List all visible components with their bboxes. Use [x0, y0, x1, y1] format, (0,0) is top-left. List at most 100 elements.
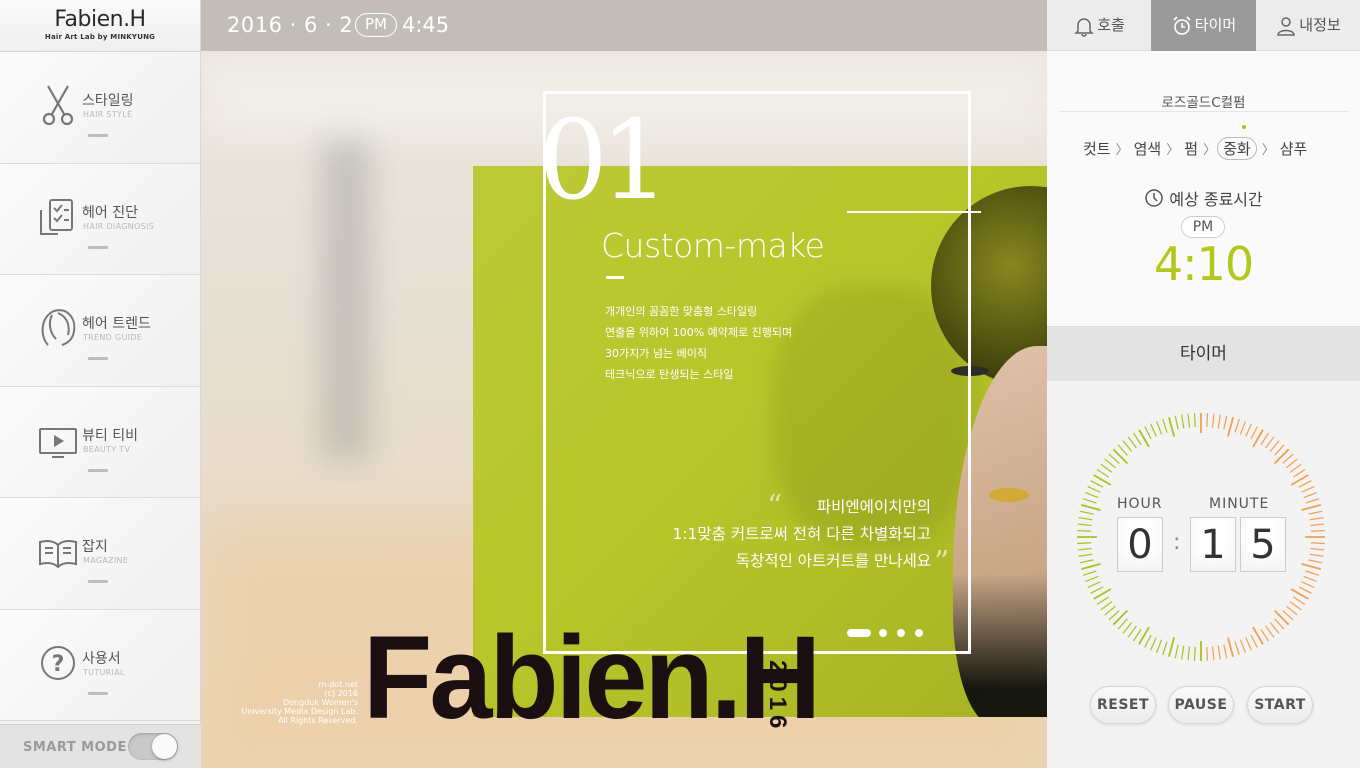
hair-head-icon	[41, 309, 76, 346]
dial-tick	[1206, 413, 1209, 428]
dial-tick	[1309, 553, 1324, 557]
svg-text:?: ?	[52, 652, 65, 677]
smart-mode-toggle[interactable]	[128, 733, 178, 760]
nav-item-beauty-tv[interactable]: 뷰티 티비 BEAUTY TV	[0, 386, 200, 498]
style-name: 로즈골드C컬펌	[1161, 95, 1246, 111]
nav-label: 잡지	[82, 539, 108, 555]
nav-sublabel: HAIR DIAGNOSIS	[83, 221, 154, 231]
credit-line: m-dot.net	[318, 680, 358, 689]
dial-tick	[1082, 570, 1097, 576]
dial-tick	[1112, 448, 1129, 465]
feature-desc-line: 개개인의 꼼꼼한 맞춤형 스타일링	[605, 305, 758, 318]
dial-tick	[1308, 510, 1323, 515]
dial-tick	[1087, 486, 1101, 493]
clock-icon	[1145, 189, 1163, 207]
dial-tick	[1080, 563, 1101, 570]
slide-dot[interactable]	[897, 629, 905, 637]
dial-tick	[1239, 421, 1246, 435]
dial-tick	[1187, 646, 1191, 661]
dial-tick	[1282, 453, 1294, 464]
dial-tick	[1122, 622, 1133, 634]
dial-tick	[1080, 504, 1101, 511]
chevron-right-icon: 〉	[1261, 143, 1275, 158]
dial-tick	[1274, 618, 1285, 630]
nav-item-magazine[interactable]: 잡지 MAGAZINE	[0, 498, 200, 610]
smart-mode-label: SMART MODE	[23, 740, 127, 755]
dial-tick	[1265, 436, 1275, 449]
toggle-knob	[152, 734, 177, 759]
slide-dot[interactable]	[879, 629, 887, 637]
feature-desc-line: 30가지가 넘는 베이직	[605, 347, 707, 360]
dial-tick	[1292, 596, 1306, 606]
dial-tick	[1269, 440, 1280, 452]
dial-tick	[1301, 581, 1315, 588]
nav-sublabel: HAIR STYLE	[83, 110, 133, 119]
feature-desc-line: 연출을 위하여 100% 예약제로 진행되며	[605, 326, 793, 339]
dial-tick	[1309, 517, 1324, 521]
dial-tick	[1239, 639, 1246, 653]
dial-tick	[1286, 605, 1298, 616]
minute-digit[interactable]: 1	[1190, 517, 1236, 572]
nav-sublabel: TUTURIAL	[83, 667, 125, 677]
nav-label: 사용서	[82, 650, 121, 667]
quote-line: 파비엔에이치만의	[816, 498, 931, 516]
slide-dot[interactable]	[915, 629, 923, 637]
nav-item-tutorial[interactable]: ? 사용서 TUTURIAL	[0, 609, 200, 721]
dial-tick	[1150, 637, 1157, 651]
dial-tick	[1301, 563, 1322, 570]
logo[interactable]: Fabien.H Hair Art Lab by MINKYUNG	[0, 0, 200, 52]
service-info: 로즈골드C컬펌 컷트 〉 염색 〉 펌 〉 중화 〉 샴푸 예상 종료시간 PM 4:10	[1047, 51, 1360, 327]
current-date: 2016 · 6 · 2	[227, 13, 354, 37]
dial-tick	[1085, 575, 1099, 582]
feature-desc-line: 테크닉으로 탄생되는 스타일	[605, 368, 734, 381]
dial-tick	[1096, 596, 1110, 606]
divider	[88, 134, 108, 137]
dial-tick	[1174, 644, 1179, 659]
slide-dot-active[interactable]	[847, 629, 871, 637]
nav-item-styling[interactable]: 스타일링 HAIR STYLE	[0, 52, 200, 164]
dial-tick	[1090, 480, 1104, 488]
tab-my-info[interactable]: 내정보	[1256, 0, 1360, 51]
dial-tick	[1174, 415, 1179, 430]
tab-timer[interactable]: 타이머	[1151, 0, 1256, 51]
dial-tick	[1245, 637, 1252, 651]
dial-tick	[1187, 413, 1191, 428]
current-time: 4:45	[402, 13, 450, 37]
dial-tick	[1282, 610, 1294, 621]
logo-title: Fabien.H	[54, 7, 146, 32]
credit-text: m-dot.net (c) 2016 Dongduk Women's Unive…	[221, 680, 358, 725]
dial-tick	[1234, 418, 1240, 433]
nav-item-hair-trend[interactable]: 헤어 트렌드 TREND GUIDE	[0, 275, 200, 387]
divider	[88, 357, 108, 360]
pause-button[interactable]: PAUSE	[1168, 686, 1234, 724]
dial-tick	[1168, 416, 1175, 437]
feature-title: Custom-make	[601, 226, 825, 265]
eta-label-text: 예상 종료시간	[1169, 190, 1263, 209]
dial-tick	[1310, 523, 1325, 527]
dial-tick	[1079, 559, 1094, 564]
start-button[interactable]: START	[1247, 686, 1313, 724]
dial-tick	[1127, 436, 1137, 449]
dial-tick	[1181, 414, 1185, 429]
dial-tick	[1156, 421, 1163, 435]
step-item: 샴푸	[1279, 140, 1308, 158]
dial-tick	[1077, 529, 1092, 532]
feature-quote: 파비엔에이치만의 1:1맞춤 커트로써 전혀 다른 차별화되고 독창적인 아트커…	[601, 494, 931, 575]
hour-label: HOUR	[1117, 496, 1163, 512]
minute-digit[interactable]: 5	[1240, 517, 1286, 572]
dial-tick	[1156, 639, 1163, 653]
nav-label: 뷰티 티비	[82, 427, 138, 444]
status-bar: 2016 · 6 · 2 PM 4:45	[201, 0, 1047, 51]
dial-tick	[1260, 628, 1270, 642]
hour-digit[interactable]: 0	[1117, 517, 1163, 572]
reset-button[interactable]: RESET	[1090, 686, 1156, 724]
dial-tick	[1077, 523, 1092, 527]
dial-tick	[1301, 486, 1315, 493]
dial-tick	[1079, 510, 1094, 515]
dial-tick	[1132, 432, 1142, 446]
dial-tick	[1273, 609, 1290, 626]
tab-call[interactable]: 호출	[1047, 0, 1151, 51]
nav-item-hair-diagnosis[interactable]: 헤어 진단 HAIR DIAGNOSIS	[0, 163, 200, 275]
dial-tick	[1206, 646, 1209, 661]
quote-close-mark: ”	[934, 545, 950, 580]
